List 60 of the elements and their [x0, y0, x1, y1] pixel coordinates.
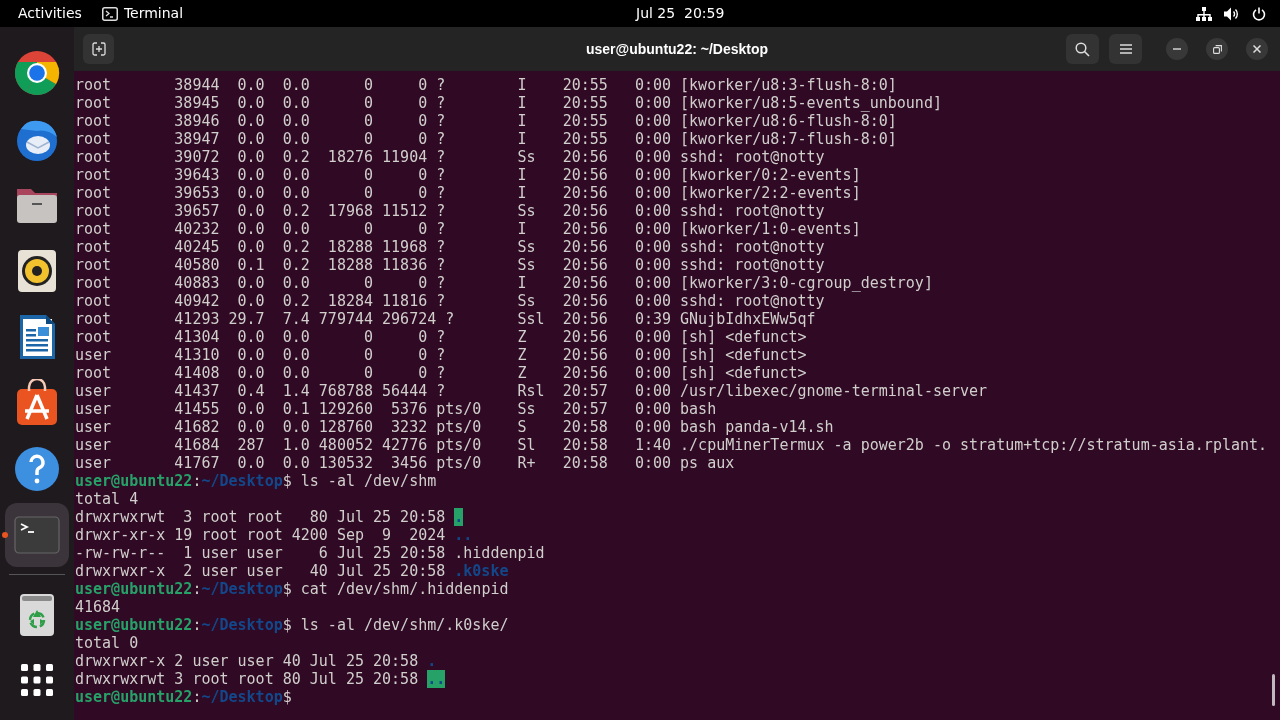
- terminal-line: root 41408 0.0 0.0 0 0 ? Z 20:56 0:00 [sh] <defunct>: [75, 364, 807, 382]
- browser-icon: [13, 49, 61, 97]
- listing-line: drwxrwxr-x 2 user user 40 Jul 25 20:58 .k0ske: [75, 562, 509, 580]
- volume-icon[interactable]: [1224, 6, 1240, 21]
- terminal-line: root 39643 0.0 0.0 0 0 ? I 20:56 0:00 [kworker/0:2-events]: [75, 166, 861, 184]
- terminal-line: root 38945 0.0 0.0 0 0 ? I 20:55 0:00 [kworker/u8:5-events_unbound]: [75, 94, 942, 112]
- activities-button[interactable]: Activities: [18, 3, 82, 24]
- close-icon: [1253, 45, 1261, 53]
- prompt-line: user@ubuntu22:~/Desktop$ ls -al /dev/shm/.k0ske/: [75, 616, 509, 634]
- terminal-line: root 38946 0.0 0.0 0 0 ? I 20:55 0:00 [kworker/u8:6-flush-8:0]: [75, 112, 897, 130]
- terminal-line: root 38947 0.0 0.0 0 0 ? I 20:55 0:00 [kworker/u8:7-flush-8:0]: [75, 130, 897, 148]
- terminal-line: total 0: [75, 634, 139, 652]
- terminal-line: root 41293 29.7 7.4 779744 296724 ? Ssl 20:56 0:39 GNujbIdhxEWw5qf: [75, 310, 816, 328]
- terminal-line: root 39653 0.0 0.0 0 0 ? I 20:56 0:00 [kworker/2:2-events]: [75, 184, 861, 202]
- scrollbar-thumb[interactable]: [1272, 674, 1275, 706]
- terminal-line: user 41455 0.0 0.1 129260 5376 pts/0 Ss 20:57 0:00 bash: [75, 400, 717, 418]
- terminal-line: user 41437 0.4 1.4 768788 56444 ? Rsl 20:57 0:00 /usr/libexec/gnome-terminal-server: [75, 382, 988, 400]
- prompt-line: user@ubuntu22:~/Desktop$: [75, 688, 292, 706]
- prompt-line: user@ubuntu22:~/Desktop$ cat /dev/shm/.hiddenpid: [75, 580, 509, 598]
- network-icon[interactable]: [1196, 6, 1212, 21]
- terminal-line: user 41682 0.0 0.0 128760 3232 pts/0 S 20:58 0:00 bash panda-v14.sh: [75, 418, 834, 436]
- terminal-line: total 4: [75, 490, 139, 508]
- menu-icon: [1119, 44, 1132, 54]
- terminal-icon: [101, 6, 118, 21]
- terminal-line: user 41684 287 1.0 480052 42776 pts/0 Sl 20:58 1:40 ./cpuMinerTermux -a power2b -o stratum+tcp://stratum-asia.rplant.: [75, 436, 1268, 454]
- search-button[interactable]: [1066, 34, 1099, 64]
- menu-button[interactable]: [1109, 34, 1142, 64]
- clock[interactable]: Jul 25 20:59: [636, 3, 725, 24]
- close-button[interactable]: [1246, 38, 1268, 60]
- new-tab-icon: [91, 42, 106, 56]
- terminal-line: root 39072 0.0 0.2 18276 11904 ? Ss 20:56 0:00 sshd: root@notty: [75, 148, 825, 166]
- app-grid-icon: [21, 664, 53, 696]
- new-tab-button[interactable]: [83, 34, 114, 64]
- terminal-line: root 39657 0.0 0.2 17968 11512 ? Ss 20:56 0:00 sshd: root@notty: [75, 202, 825, 220]
- minimize-button[interactable]: [1166, 38, 1188, 60]
- terminal-line: root 40883 0.0 0.0 0 0 ? I 20:56 0:00 [kworker/3:0-cgroup_destroy]: [75, 274, 933, 292]
- listing-line: -rw-rw-r-- 1 user user 6 Jul 25 20:58 .hiddenpid: [75, 544, 545, 562]
- terminal-line: root 40245 0.0 0.2 18288 11968 ? Ss 20:56 0:00 sshd: root@notty: [75, 238, 825, 256]
- restore-icon: [1212, 44, 1222, 54]
- terminal-line: root 40232 0.0 0.0 0 0 ? I 20:56 0:00 [kworker/1:0-events]: [75, 220, 861, 238]
- terminal-line: user 41310 0.0 0.0 0 0 ? Z 20:56 0:00 [sh] <defunct>: [75, 346, 807, 364]
- question-mark-icon: [13, 445, 61, 493]
- prompt-line: user@ubuntu22:~/Desktop$ ls -al /dev/shm: [75, 472, 437, 490]
- terminal-line: root 38944 0.0 0.0 0 0 ? I 20:55 0:00 [kworker/u8:3-flush-8:0]: [75, 76, 897, 94]
- terminal-line: root 40580 0.1 0.2 18288 11836 ? Ss 20:56 0:00 sshd: root@notty: [75, 256, 825, 274]
- search-icon: [1075, 41, 1090, 57]
- terminal-line: user 41767 0.0 0.0 130532 3456 pts/0 R+ 20:58 0:00 ps aux: [75, 454, 735, 472]
- app-menu[interactable]: Terminal: [123, 3, 184, 24]
- listing-line: drwxr-xr-x 19 root root 4200 Sep 9 2024 ..: [75, 526, 473, 544]
- terminal-line: root 40942 0.0 0.2 18284 11816 ? Ss 20:56 0:00 sshd: root@notty: [75, 292, 825, 310]
- listing-line: drwxrwxrwt 3 root root 80 Jul 25 20:58 .: [75, 508, 464, 526]
- power-icon[interactable]: [1252, 6, 1266, 21]
- window-title: user@ubuntu22: ~/Desktop: [585, 39, 769, 59]
- listing-line: drwxrwxrwt 3 root root 80 Jul 25 20:58 ..: [75, 670, 446, 688]
- listing-line: drwxrwxr-x 2 user user 40 Jul 25 20:58 .: [75, 652, 437, 670]
- minimize-icon: [1173, 48, 1181, 50]
- terminal-line: root 41304 0.0 0.0 0 0 ? Z 20:56 0:00 [sh] <defunct>: [75, 328, 807, 346]
- running-indicator: [2, 532, 8, 538]
- terminal-line: 41684: [75, 598, 121, 616]
- maximize-button[interactable]: [1206, 38, 1228, 60]
